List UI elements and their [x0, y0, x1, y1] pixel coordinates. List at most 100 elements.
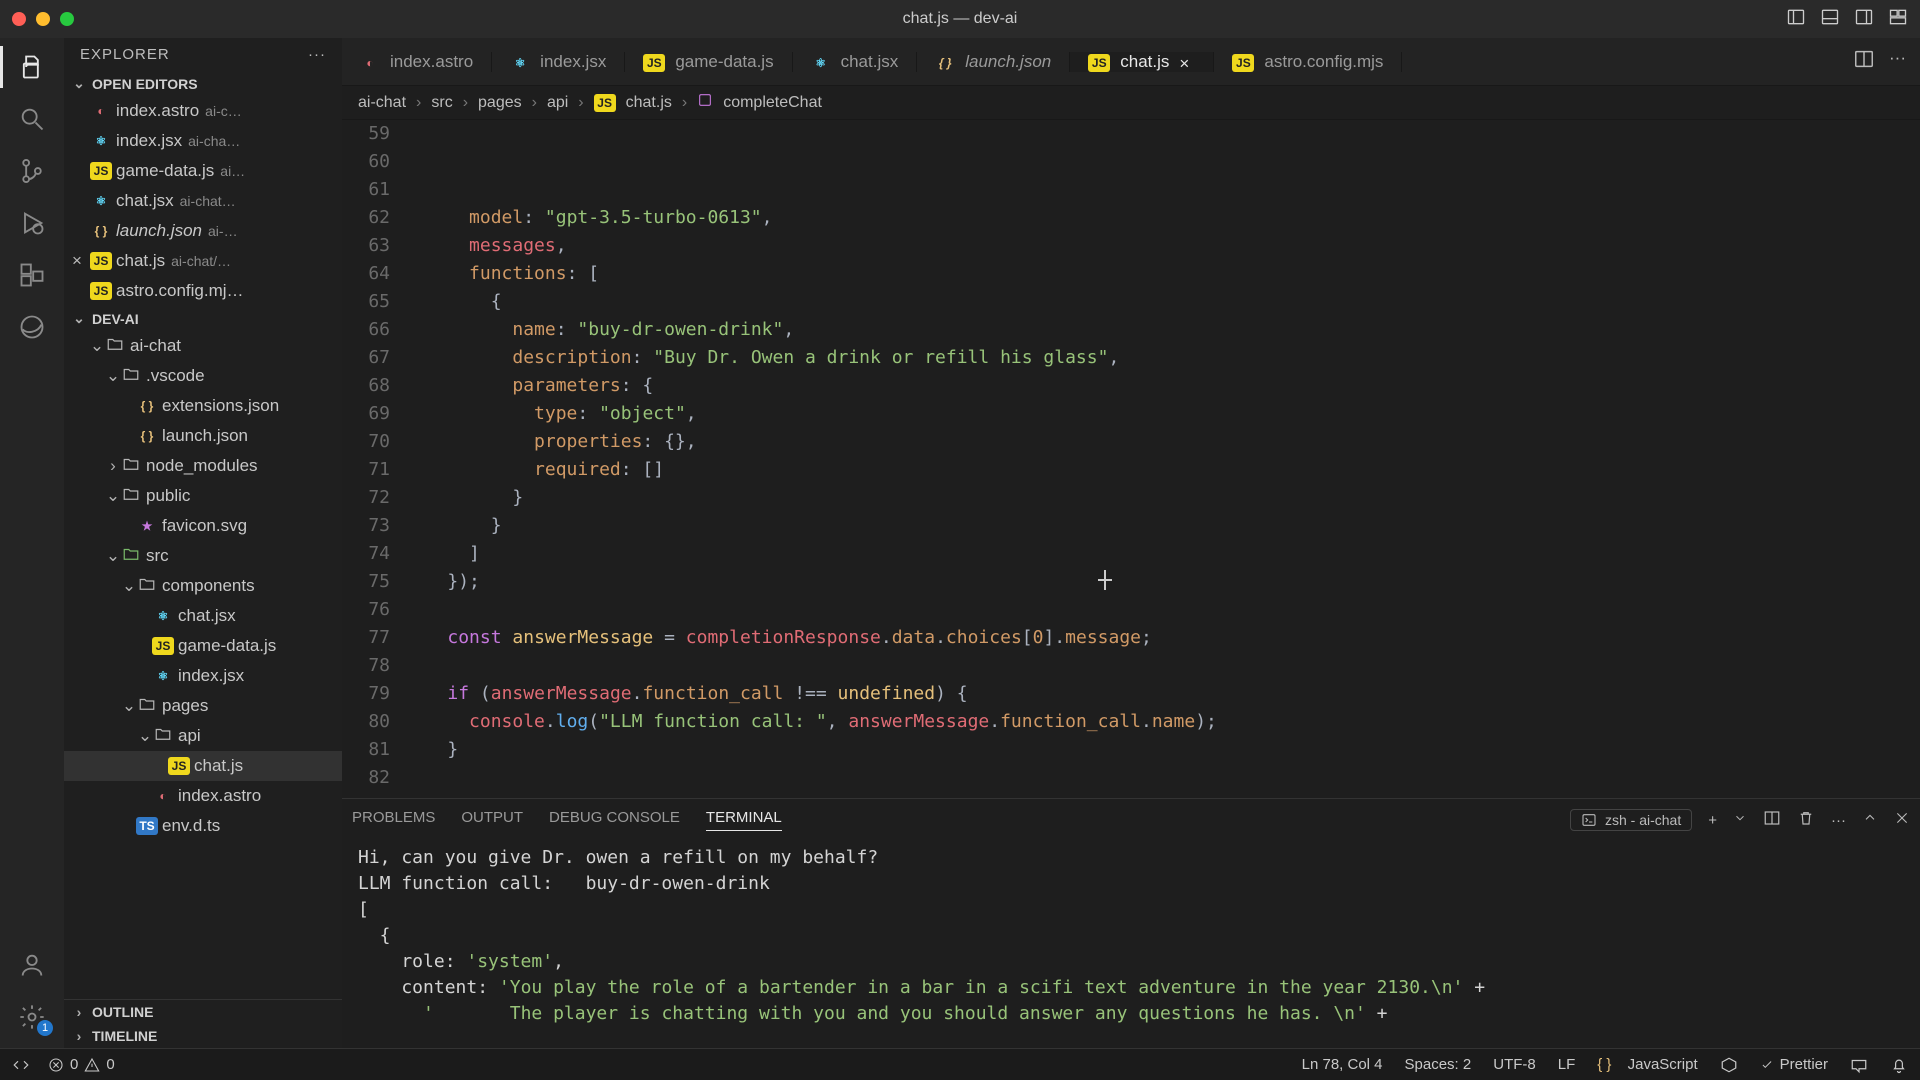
- timeline-header[interactable]: › TIMELINE: [64, 1024, 342, 1048]
- chevron-down-icon: ⌄: [106, 366, 120, 386]
- explorer-more-icon[interactable]: ···: [308, 46, 326, 63]
- breadcrumb-segment[interactable]: api: [547, 94, 568, 112]
- terminal-output[interactable]: Hi, can you give Dr. owen a refill on my…: [342, 841, 1920, 1048]
- folder-item[interactable]: ⌄ai-chat: [64, 331, 342, 361]
- terminal-new-icon[interactable]: +: [1708, 812, 1717, 829]
- breadcrumb-segment[interactable]: pages: [478, 94, 522, 112]
- open-editor-item[interactable]: ×{ }launch.jsonai-…: [64, 216, 342, 246]
- toggle-panel-bottom-icon[interactable]: [1820, 7, 1840, 32]
- activity-extensions[interactable]: [15, 258, 49, 292]
- project-header[interactable]: ⌄ DEV-AI: [64, 306, 342, 331]
- open-editor-item[interactable]: ×JSgame-data.jsai…: [64, 156, 342, 186]
- editor-tab[interactable]: ◐index.astro: [342, 52, 492, 72]
- code-editor[interactable]: 5960616263646566676869707172737475767778…: [342, 120, 1920, 798]
- folder-item[interactable]: ⌄components: [64, 571, 342, 601]
- toggle-panel-right-icon[interactable]: [1854, 7, 1874, 32]
- ts-file-icon: TS: [136, 817, 158, 835]
- status-cursor[interactable]: Ln 78, Col 4: [1302, 1056, 1383, 1073]
- json-file-icon: { }: [136, 397, 158, 415]
- folder-item[interactable]: ⌄pages: [64, 691, 342, 721]
- editor-tab[interactable]: { }launch.json: [917, 52, 1070, 72]
- status-feedback-icon[interactable]: [1850, 1056, 1868, 1074]
- editor-tabs: ◐index.astro⚛index.jsxJSgame-data.js⚛cha…: [342, 38, 1920, 86]
- terminal-shell-selector[interactable]: zsh - ai-chat: [1570, 809, 1692, 831]
- breadcrumbs[interactable]: ai-chat›src›pages›api›JSchat.js›complete…: [342, 86, 1920, 120]
- activity-search[interactable]: [15, 102, 49, 136]
- terminal-chevron-down-icon[interactable]: [1733, 811, 1747, 829]
- file-name: launch.json: [162, 426, 248, 446]
- activity-accounts[interactable]: [15, 948, 49, 982]
- file-item[interactable]: { }extensions.json: [64, 391, 342, 421]
- status-remote-icon[interactable]: [12, 1056, 30, 1074]
- folder-item[interactable]: ⌄api: [64, 721, 342, 751]
- js-file-icon: JS: [90, 252, 112, 270]
- folder-item[interactable]: ⌄src: [64, 541, 342, 571]
- svg-file-icon: ★: [136, 517, 158, 535]
- file-item[interactable]: JSchat.js: [64, 751, 342, 781]
- folder-item[interactable]: ⌄public: [64, 481, 342, 511]
- file-item[interactable]: TSenv.d.ts: [64, 811, 342, 841]
- minimize-window-icon[interactable]: [36, 12, 50, 26]
- close-icon[interactable]: ×: [1179, 54, 1195, 70]
- outline-header[interactable]: › OUTLINE: [64, 999, 342, 1024]
- folder-icon: [120, 485, 142, 508]
- status-prettier[interactable]: Prettier: [1760, 1056, 1828, 1073]
- status-spaces[interactable]: Spaces: 2: [1405, 1056, 1472, 1073]
- panel-close-icon[interactable]: [1894, 810, 1910, 830]
- status-bell-icon[interactable]: [1890, 1056, 1908, 1074]
- status-encoding[interactable]: UTF-8: [1493, 1056, 1536, 1073]
- open-editor-item[interactable]: ×⚛chat.jsxai-chat…: [64, 186, 342, 216]
- file-item[interactable]: { }launch.json: [64, 421, 342, 451]
- status-language[interactable]: { } JavaScript: [1597, 1056, 1697, 1073]
- code-content[interactable]: model: "gpt-3.5-turbo-0613", messages, f…: [404, 120, 1920, 798]
- activity-explorer[interactable]: [15, 50, 49, 84]
- panel-tab-debug-console[interactable]: DEBUG CONSOLE: [549, 809, 680, 831]
- panel-tabs: PROBLEMS OUTPUT DEBUG CONSOLE TERMINAL zsh …: [342, 799, 1920, 841]
- breadcrumb-segment[interactable]: chat.js: [626, 94, 672, 112]
- activity-source-control[interactable]: [15, 154, 49, 188]
- editor-tab[interactable]: ⚛chat.jsx: [793, 52, 918, 72]
- breadcrumb-segment[interactable]: src: [431, 94, 452, 112]
- open-editors-header[interactable]: ⌄ OPEN EDITORS: [64, 71, 342, 96]
- panel-more-icon[interactable]: ···: [1831, 812, 1846, 829]
- terminal-kill-icon[interactable]: [1797, 809, 1815, 831]
- open-editor-item[interactable]: ×JSchat.jsai-chat/…: [64, 246, 342, 276]
- activity-edge-tools[interactable]: [15, 310, 49, 344]
- close-icon[interactable]: ×: [72, 251, 90, 271]
- file-item[interactable]: ⚛index.jsx: [64, 661, 342, 691]
- terminal-split-icon[interactable]: [1763, 809, 1781, 831]
- activity-debug[interactable]: [15, 206, 49, 240]
- status-problems[interactable]: 0 0: [48, 1056, 115, 1073]
- editor-tab[interactable]: ⚛index.jsx: [492, 52, 625, 72]
- split-editor-icon[interactable]: [1853, 48, 1875, 75]
- editor-tab[interactable]: JSgame-data.js: [625, 52, 792, 72]
- panel-maximize-icon[interactable]: [1862, 810, 1878, 830]
- tab-more-icon[interactable]: ···: [1889, 48, 1906, 75]
- file-item[interactable]: ⚛chat.jsx: [64, 601, 342, 631]
- panel-tab-problems[interactable]: PROBLEMS: [352, 809, 435, 831]
- folder-item[interactable]: ›node_modules: [64, 451, 342, 481]
- open-editor-item[interactable]: ×JSastro.config.mj…: [64, 276, 342, 306]
- status-eol[interactable]: LF: [1558, 1056, 1576, 1073]
- panel-tab-output[interactable]: OUTPUT: [461, 809, 523, 831]
- editor-tab[interactable]: JSchat.js×: [1070, 52, 1214, 72]
- file-item[interactable]: JSgame-data.js: [64, 631, 342, 661]
- open-editor-item[interactable]: ×◐index.astroai-c…: [64, 96, 342, 126]
- editor-tab[interactable]: JSastro.config.mjs: [1214, 52, 1402, 72]
- file-item[interactable]: ★favicon.svg: [64, 511, 342, 541]
- open-editor-item[interactable]: ×⚛index.jsxai-cha…: [64, 126, 342, 156]
- close-window-icon[interactable]: [12, 12, 26, 26]
- file-item[interactable]: ◐index.astro: [64, 781, 342, 811]
- breadcrumb-segment[interactable]: completeChat: [723, 94, 822, 112]
- folder-item[interactable]: ⌄.vscode: [64, 361, 342, 391]
- json-file-icon: { }: [136, 427, 158, 445]
- layout-customize-icon[interactable]: [1888, 7, 1908, 32]
- activity-settings[interactable]: 1: [15, 1000, 49, 1034]
- status-eslint-icon[interactable]: [1720, 1056, 1738, 1074]
- panel-tab-terminal[interactable]: TERMINAL: [706, 809, 782, 831]
- file-name: chat.jsx: [178, 606, 236, 626]
- toggle-panel-left-icon[interactable]: [1786, 7, 1806, 32]
- chevron-right-icon: ›: [416, 94, 421, 112]
- maximize-window-icon[interactable]: [60, 12, 74, 26]
- breadcrumb-segment[interactable]: ai-chat: [358, 94, 406, 112]
